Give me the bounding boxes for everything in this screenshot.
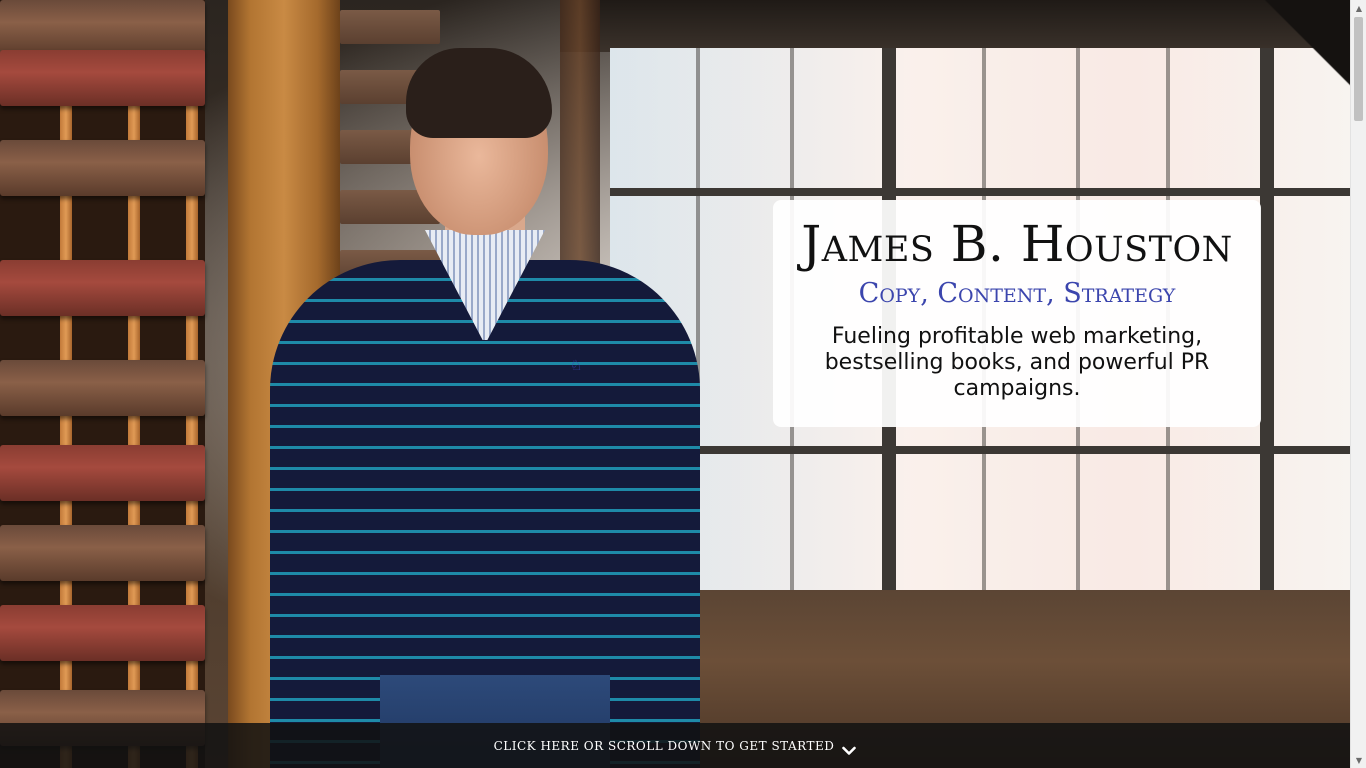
sweater-logo-icon: ♘	[570, 358, 583, 374]
get-started-bar[interactable]: Click here or scroll down to get started	[0, 723, 1350, 768]
hero-name: James B. Houston	[801, 215, 1233, 273]
hero-card: James B. Houston Copy, Content, Strategy…	[773, 200, 1261, 427]
scroll-up-arrow-icon[interactable]: ▲	[1351, 0, 1366, 16]
page-scrollbar[interactable]: ▲ ▼	[1350, 0, 1366, 768]
portrait-person: ♘	[260, 40, 700, 768]
wood-slat-wall	[0, 0, 205, 768]
chevron-down-icon[interactable]	[842, 741, 857, 755]
get-started-label[interactable]: Click here or scroll down to get started	[494, 739, 835, 753]
scrollbar-thumb[interactable]	[1354, 17, 1363, 121]
scroll-down-arrow-icon[interactable]: ▼	[1351, 752, 1366, 768]
hero-tagline: Copy, Content, Strategy	[858, 278, 1176, 309]
hero-description: Fueling profitable web marketing, bestse…	[824, 324, 1210, 401]
